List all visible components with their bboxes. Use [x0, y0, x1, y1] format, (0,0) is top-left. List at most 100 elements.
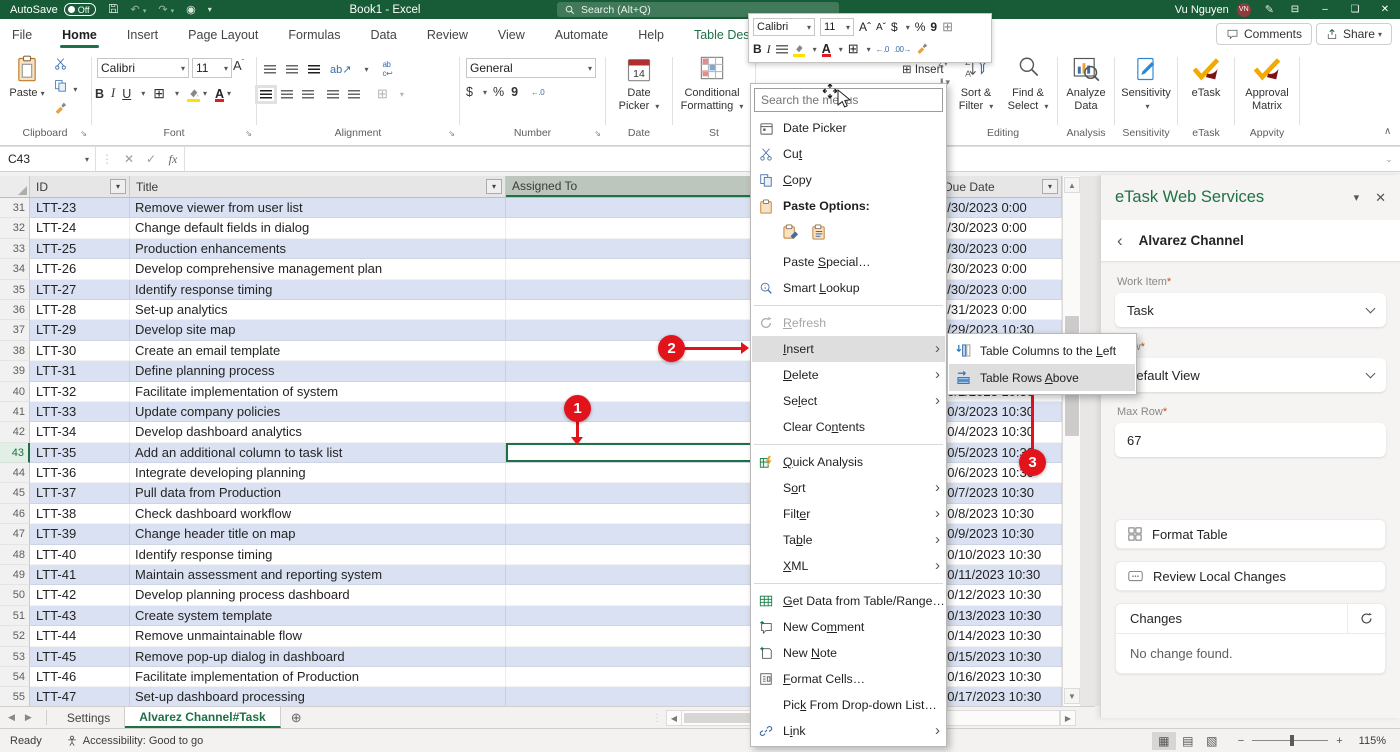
filter-icon[interactable]: ▾ [110, 179, 126, 194]
format-table-button[interactable]: Format Table [1115, 519, 1386, 549]
row-number[interactable]: 40 [0, 382, 30, 402]
menu-item-new-note[interactable]: New Note [752, 640, 945, 666]
wrap-text-icon[interactable]: abc↩ [382, 60, 392, 78]
find-select-button[interactable]: Find & Select ▾ [1004, 55, 1052, 113]
cell-due-date[interactable]: 10/16/2023 10:30 [938, 667, 1062, 687]
quick-access-icon[interactable]: ◉ [186, 3, 196, 16]
cell-title[interactable]: Develop planning process dashboard [130, 585, 506, 605]
cell-id[interactable]: LTT-44 [30, 626, 130, 646]
row-number[interactable]: 36 [0, 300, 30, 320]
vertical-scrollbar[interactable]: ▲ ▼ [1062, 176, 1080, 706]
cell-id[interactable]: LTT-47 [30, 687, 130, 706]
work-item-select[interactable]: Task [1115, 293, 1386, 327]
cell-due-date[interactable]: 10/3/2023 10:30 [938, 402, 1062, 422]
restore-button[interactable]: ❏ [1340, 4, 1370, 15]
sheet-nav-right-icon[interactable]: ▶ [25, 712, 32, 723]
cell-due-date[interactable]: 10/15/2023 10:30 [938, 647, 1062, 667]
currency-icon[interactable]: $ [891, 20, 898, 34]
zoom-slider[interactable] [1252, 740, 1328, 741]
cell-title[interactable]: Set-up analytics [130, 300, 506, 320]
cell-title[interactable]: Add an additional column to task list [130, 443, 506, 463]
column-header-title[interactable]: Title▾ [130, 176, 506, 197]
cell-id[interactable]: LTT-35 [30, 443, 130, 463]
zoom-out-icon[interactable]: − [1238, 735, 1244, 747]
row-number[interactable]: 41 [0, 402, 30, 422]
view-page-layout-icon[interactable]: ▤ [1176, 732, 1200, 750]
menu-item-new-comment[interactable]: New Comment [752, 614, 945, 640]
fill-color-icon[interactable] [187, 87, 200, 101]
decrease-decimal-icon[interactable]: .00→ [894, 45, 911, 54]
review-local-changes-button[interactable]: Review Local Changes [1115, 561, 1386, 591]
row-number[interactable]: 33 [0, 239, 30, 259]
cell-id[interactable]: LTT-46 [30, 667, 130, 687]
number-format-combo[interactable]: General▾ [466, 58, 596, 78]
cell-due-date[interactable]: 10/11/2023 10:30 [938, 565, 1062, 585]
new-sheet-icon[interactable]: ⊕ [281, 707, 312, 728]
grow-font-icon[interactable]: Aˆ [233, 58, 244, 73]
cell-title[interactable]: Remove viewer from user list [130, 198, 506, 218]
cell-id[interactable]: LTT-33 [30, 402, 130, 422]
cell-id[interactable]: LTT-27 [30, 280, 130, 300]
menu-item-insert[interactable]: Insert› [752, 336, 945, 362]
cell-title[interactable]: Change header title on map [130, 524, 506, 544]
row-number[interactable]: 55 [0, 687, 30, 706]
pen-icon[interactable]: ✎ [1265, 3, 1274, 16]
row-number[interactable]: 51 [0, 606, 30, 626]
hscroll-right-icon[interactable]: ▶ [1060, 710, 1076, 726]
merge-icon[interactable]: ⊞ [942, 19, 953, 35]
qat-customize-icon[interactable]: ▾ [208, 5, 212, 14]
row-number[interactable]: 35 [0, 280, 30, 300]
insert-function-icon[interactable]: fx [162, 147, 184, 171]
cell-title[interactable]: Develop site map [130, 320, 506, 340]
tab-review[interactable]: Review [425, 24, 470, 46]
font-name-combo[interactable]: Calibri▾ [97, 58, 189, 78]
menu-item-smart-lookup[interactable]: Smart Lookup [752, 275, 945, 301]
enter-icon[interactable]: ✓ [140, 147, 162, 171]
row-number[interactable]: 46 [0, 504, 30, 524]
row-number[interactable]: 42 [0, 422, 30, 442]
cell-title[interactable]: Check dashboard workflow [130, 504, 506, 524]
row-number[interactable]: 37 [0, 320, 30, 340]
filter-icon[interactable]: ▾ [1042, 179, 1058, 194]
undo-icon[interactable]: ↶ ▾ [131, 3, 147, 16]
cell-id[interactable]: LTT-24 [30, 218, 130, 238]
font-color-icon[interactable]: A [822, 42, 831, 56]
tab-formulas[interactable]: Formulas [286, 24, 342, 46]
zoom-level[interactable]: 115% [1359, 735, 1386, 747]
menu-item-get-data-from-table-range[interactable]: Get Data from Table/Range… [752, 588, 945, 614]
menu-item-paste-special[interactable]: Paste Special… [752, 249, 945, 275]
menu-item-quick-analysis[interactable]: Quick Analysis [752, 449, 945, 475]
clipboard-launcher-icon[interactable]: ⇘ [80, 129, 87, 138]
mini-size-combo[interactable]: 11▾ [820, 18, 854, 36]
tab-help[interactable]: Help [636, 24, 666, 46]
cell-title[interactable]: Identify response timing [130, 545, 506, 565]
row-number[interactable]: 31 [0, 198, 30, 218]
menu-item-delete[interactable]: Delete› [752, 362, 945, 388]
cell-due-date[interactable]: 8/31/2023 0:00 [938, 300, 1062, 320]
menu-item-filter[interactable]: Filter› [752, 501, 945, 527]
paste-button[interactable]: Paste▾ [2, 55, 52, 100]
tab-file[interactable]: File [10, 24, 34, 46]
cell-id[interactable]: LTT-23 [30, 198, 130, 218]
orientation-icon[interactable]: ab↗ [330, 63, 351, 76]
align-bottom-icon[interactable] [308, 65, 320, 74]
view-select[interactable]: Default View [1115, 358, 1386, 392]
align-icon[interactable] [776, 45, 788, 54]
italic-button[interactable]: I [111, 86, 115, 101]
row-number[interactable]: 50 [0, 585, 30, 605]
cell-due-date[interactable]: 10/4/2023 10:30 [938, 422, 1062, 442]
cell-id[interactable]: LTT-32 [30, 382, 130, 402]
namebox-splitter[interactable]: ⋮ [96, 147, 118, 171]
borders-icon[interactable]: ⊞ [153, 85, 165, 102]
cell-id[interactable]: LTT-42 [30, 585, 130, 605]
menu-item-date-picker[interactable]: Date Picker [752, 115, 945, 141]
menu-item-table[interactable]: Table› [752, 527, 945, 553]
cell-id[interactable]: LTT-36 [30, 463, 130, 483]
ribbon-display-options-icon[interactable]: ⊟ [1280, 4, 1310, 15]
cell-due-date[interactable]: 10/8/2023 10:30 [938, 504, 1062, 524]
copy-icon[interactable]: ▾ [54, 79, 77, 95]
cell-title[interactable]: Integrate developing planning [130, 463, 506, 483]
cell-id[interactable]: LTT-38 [30, 504, 130, 524]
menu-item-sort[interactable]: Sort› [752, 475, 945, 501]
tab-view[interactable]: View [496, 24, 527, 46]
